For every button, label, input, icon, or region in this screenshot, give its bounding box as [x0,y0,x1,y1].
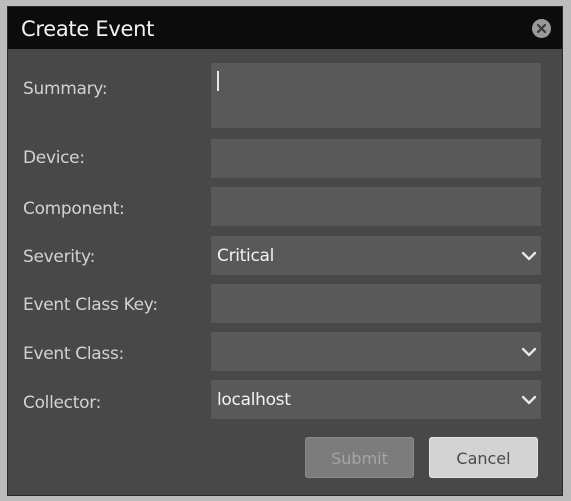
event-class-key-label: Event Class Key: [23,295,158,315]
summary-input[interactable] [211,63,541,128]
chevron-down-icon [521,251,537,260]
submit-button[interactable]: Submit [305,437,414,478]
collector-select[interactable]: localhost [211,380,541,419]
close-button[interactable] [532,19,551,38]
dialog-titlebar: Create Event [8,7,562,49]
component-input[interactable] [211,187,541,226]
device-label: Device: [23,148,85,168]
close-icon [536,23,547,34]
severity-label: Severity: [23,247,95,267]
create-event-dialog: Create Event Summary: Device: Component:… [0,0,571,501]
severity-select[interactable]: Critical [211,236,541,275]
chevron-down-icon [521,395,537,404]
severity-value: Critical [217,245,275,266]
event-class-select[interactable] [211,332,541,371]
dialog-body: Create Event Summary: Device: Component:… [7,6,563,496]
cancel-button[interactable]: Cancel [429,437,538,478]
collector-value: localhost [217,389,291,410]
chevron-down-icon [521,347,537,356]
collector-label: Collector: [23,393,102,413]
dialog-title: Create Event [21,17,155,41]
device-input[interactable] [211,139,541,178]
component-label: Component: [23,199,125,219]
event-class-key-input[interactable] [211,284,541,323]
event-class-label: Event Class: [23,344,124,364]
text-cursor [217,71,219,91]
summary-label: Summary: [23,79,108,99]
